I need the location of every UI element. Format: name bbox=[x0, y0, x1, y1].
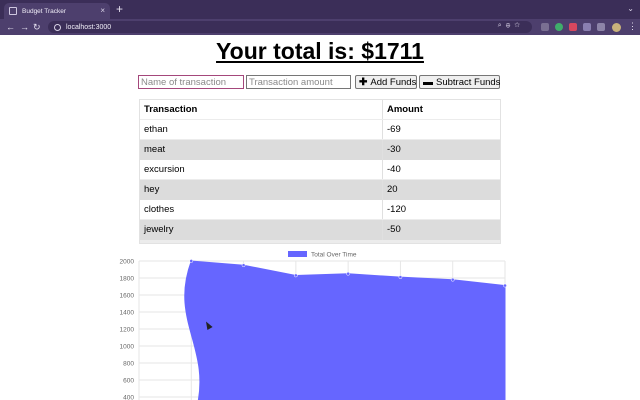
y-tick-label: 800 bbox=[123, 361, 134, 368]
total-over-time-chart: 2000 1800 1600 1400 1200 1000 800 600 400 Total O… bbox=[120, 251, 507, 400]
y-tick-label: 1800 bbox=[120, 276, 135, 283]
back-icon[interactable]: ← bbox=[6, 21, 15, 33]
transaction-name: clothes bbox=[140, 200, 383, 220]
puzzle-icon[interactable] bbox=[597, 23, 605, 31]
transaction-amount-input[interactable] bbox=[246, 75, 351, 89]
forward-icon[interactable]: → bbox=[20, 21, 29, 33]
tab-strip: Budget Tracker × + ⌄ bbox=[0, 0, 640, 19]
tab-search-icon[interactable]: ⌄ bbox=[627, 4, 634, 13]
subtract-funds-button[interactable]: ▬ Subtract Funds bbox=[419, 75, 500, 89]
extension-icon[interactable] bbox=[555, 23, 563, 31]
page-content: Your total is: $1711 ✚ Add Funds ▬ Subtr… bbox=[0, 35, 640, 400]
data-point bbox=[189, 259, 194, 263]
transaction-amount: -40 bbox=[387, 164, 401, 175]
table-row: hey 20 bbox=[140, 180, 500, 200]
plus-icon: ✚ bbox=[359, 76, 368, 88]
new-tab-button[interactable]: + bbox=[116, 3, 123, 15]
y-tick-label: 2000 bbox=[120, 259, 135, 266]
table-row: ethan -69 bbox=[140, 120, 500, 140]
y-tick-label: 1200 bbox=[120, 327, 135, 334]
y-tick-label: 1400 bbox=[120, 310, 135, 317]
data-point bbox=[346, 271, 350, 276]
close-tab-icon[interactable]: × bbox=[100, 7, 105, 15]
transaction-name: excursion bbox=[140, 160, 383, 180]
site-info-icon[interactable] bbox=[54, 23, 61, 31]
table-header-row: Transaction Amount bbox=[140, 100, 500, 120]
profile-avatar[interactable] bbox=[612, 23, 621, 32]
extension-icon[interactable] bbox=[541, 23, 549, 31]
y-tick-label: 1600 bbox=[120, 293, 135, 300]
extension-icon[interactable] bbox=[569, 23, 577, 31]
data-point bbox=[294, 273, 298, 278]
table-row: excursion -40 bbox=[140, 160, 500, 180]
table-row: jewelry -50 bbox=[140, 220, 500, 240]
transaction-amount: 20 bbox=[387, 184, 398, 195]
transaction-name: hey bbox=[140, 180, 383, 200]
table-row: meat -30 bbox=[140, 140, 500, 160]
y-tick-label: 600 bbox=[123, 378, 134, 385]
transaction-name: ethan bbox=[140, 120, 383, 140]
legend-swatch bbox=[288, 251, 307, 257]
area-total-over-time bbox=[184, 260, 506, 400]
y-tick-label: 400 bbox=[123, 395, 134, 400]
minus-icon: ▬ bbox=[423, 76, 433, 88]
data-point bbox=[450, 277, 455, 282]
browser-tab[interactable]: Budget Tracker × bbox=[4, 3, 110, 19]
transaction-amount: -50 bbox=[387, 224, 401, 235]
table-row: clothes -120 bbox=[140, 200, 500, 220]
transactions-table: Transaction Amount ethan -69 meat -30 ex… bbox=[139, 99, 501, 244]
data-point bbox=[241, 263, 246, 268]
header-amount: Amount bbox=[387, 104, 423, 115]
y-tick-label: 1000 bbox=[120, 344, 135, 351]
more-icon[interactable]: ⋮ bbox=[628, 21, 637, 31]
address-bar-icons[interactable]: ⌕⊕☆ bbox=[498, 22, 524, 30]
subtract-funds-label: Subtract Funds bbox=[436, 76, 501, 88]
add-funds-button[interactable]: ✚ Add Funds bbox=[355, 75, 417, 89]
reload-icon[interactable]: ↻ bbox=[33, 21, 41, 33]
address-bar[interactable]: localhost:3000 ⌕⊕☆ bbox=[48, 21, 532, 33]
tab-title: Budget Tracker bbox=[22, 7, 67, 15]
browser-toolbar: ← → ↻ localhost:3000 ⌕⊕☆ ⋮ bbox=[0, 19, 640, 35]
transaction-amount: -30 bbox=[387, 144, 401, 155]
table-row-partial bbox=[140, 240, 500, 243]
transaction-amount: -69 bbox=[387, 124, 401, 135]
legend-label: Total Over Time bbox=[311, 252, 357, 259]
transaction-amount: -120 bbox=[387, 204, 407, 215]
extension-icon[interactable] bbox=[583, 23, 591, 31]
url-text: localhost:3000 bbox=[66, 23, 112, 31]
data-point bbox=[398, 275, 403, 279]
transaction-name: jewelry bbox=[140, 220, 383, 240]
page-icon bbox=[9, 7, 17, 15]
data-point bbox=[503, 283, 507, 288]
total-heading: Your total is: $1711 bbox=[216, 38, 424, 64]
header-transaction: Transaction bbox=[140, 100, 383, 120]
transaction-name-input[interactable] bbox=[138, 75, 244, 89]
add-funds-label: Add Funds bbox=[370, 76, 417, 88]
transaction-name: meat bbox=[140, 140, 383, 160]
